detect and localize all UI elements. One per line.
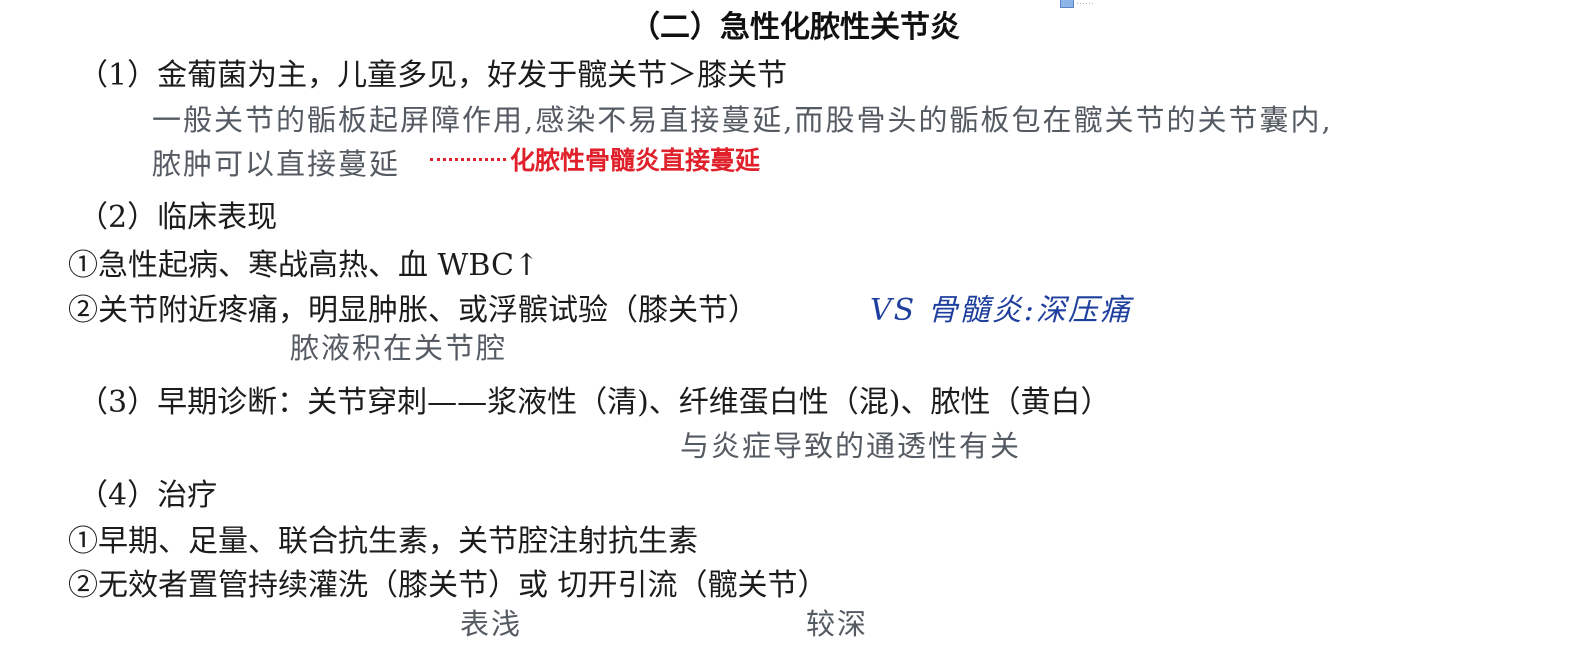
section-2-heading: （2）临床表现 xyxy=(78,200,278,235)
section-4-note-left: 表浅 xyxy=(460,607,523,641)
section-2-item-2: ②关节附近疼痛，明显肿胀、或浮髌试验（膝关节） xyxy=(68,293,758,328)
section-1-red-note: 化脓性骨髓炎直接蔓延 xyxy=(510,146,761,175)
section-1-heading: （1）金葡菌为主，儿童多见，好发于髋关节＞膝关节 xyxy=(78,58,788,93)
section-1-note-line-1: 一般关节的骺板起屏障作用,感染不易直接蔓延,而股骨头的骺板包在髋关节的关节囊内, xyxy=(152,103,1333,137)
section-4-item-1: ①早期、足量、联合抗生素，关节腔注射抗生素 xyxy=(68,524,698,559)
section-2-vs-note: VS 骨髓炎:深压痛 xyxy=(870,293,1132,328)
dotted-connector xyxy=(430,158,506,161)
section-3-heading: （3）早期诊断：关节穿刺——浆液性（清)、纤维蛋白性（混)、脓性（黄白） xyxy=(78,385,1111,420)
section-3-note: 与炎症导致的通透性有关 xyxy=(680,429,1022,463)
section-1-note-line-2: 脓肿可以直接蔓延 xyxy=(152,147,401,181)
section-2-note: 脓液积在关节腔 xyxy=(290,331,508,365)
page-title: （二）急性化脓性关节炎 xyxy=(630,10,960,45)
section-4-note-right: 较深 xyxy=(806,607,869,641)
section-4-heading: （4）治疗 xyxy=(78,478,218,513)
section-4-item-2: ②无效者置管持续灌洗（膝关节）或 切开引流（髋关节） xyxy=(68,568,828,603)
section-2-item-1: ①急性起病、寒战高热、血 WBC↑ xyxy=(68,248,540,283)
header-faint-text: …… xyxy=(1076,0,1094,7)
document-icon xyxy=(1060,0,1074,8)
